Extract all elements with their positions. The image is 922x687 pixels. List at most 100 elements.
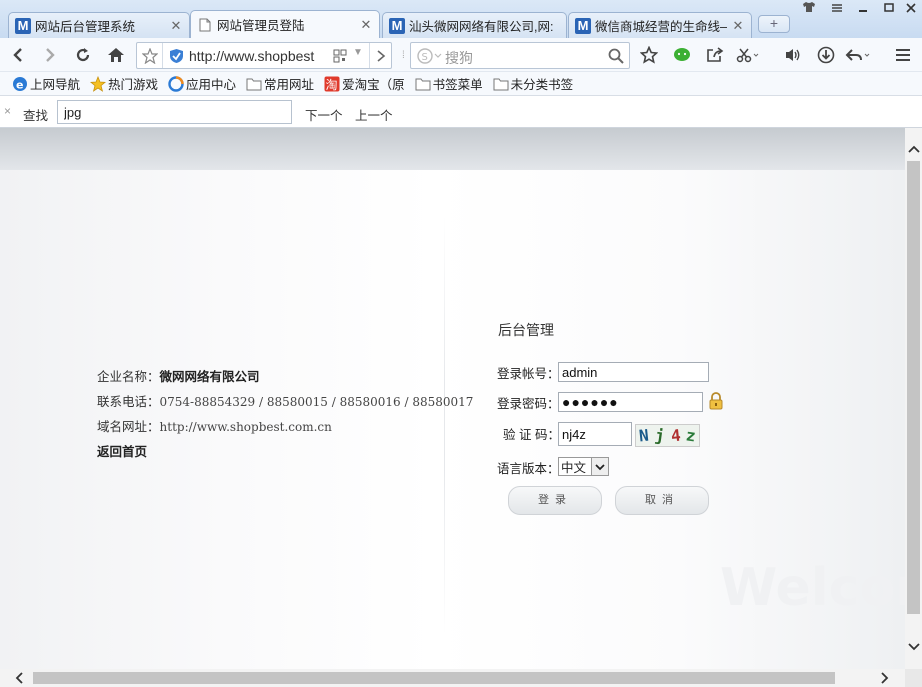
account-input[interactable] [558,362,709,382]
bookmark-star-icon[interactable] [137,43,163,68]
bookmark-label: 热门游戏 [108,78,159,92]
cancel-button[interactable]: 取消 [615,486,709,515]
site-m-icon: M [575,17,591,34]
find-input[interactable] [57,100,292,124]
bookmark-taobao[interactable]: 淘 爱淘宝（原 [324,74,405,93]
language-select[interactable]: 中文 [558,457,609,476]
captcha-char: z [685,425,698,446]
scroll-down-icon[interactable] [905,638,922,655]
tab-close-icon[interactable]: ✕ [169,18,183,34]
search-placeholder: 搜狗 [445,50,473,66]
back-button[interactable] [5,42,31,68]
find-prev-button[interactable]: 上一个 [355,105,393,124]
bookmark-label: 爱淘宝（原 [342,78,405,92]
skin-icon[interactable] [796,0,822,18]
account-label: 登录帐号： [497,367,560,381]
wechat-icon[interactable] [669,42,695,68]
vertical-scroll-thumb[interactable] [907,161,920,614]
forward-button[interactable] [37,42,63,68]
panel-divider [444,216,445,636]
home-button[interactable] [103,42,129,68]
main-menu-icon[interactable] [890,42,916,68]
site-m-icon: M [389,17,405,34]
tab-title: 网站管理员登陆 [217,19,305,33]
scroll-right-icon[interactable] [876,669,893,686]
folder-icon [493,76,509,92]
svg-text:e: e [16,78,23,91]
tab-title: 汕头微网网络有限公司,网: [409,20,554,34]
bookmark-label: 书签菜单 [432,78,483,92]
company-phone-row: 联系电话：0754-88854329 / 88580015 / 88580016… [97,391,473,410]
page-viewport: 企业名称：微网网络有限公司 联系电话：0754-88854329 / 88580… [0,128,905,669]
company-phone-label: 联系电话： [97,395,160,409]
captcha-image[interactable]: Nj4z [635,424,700,447]
tab-wechat-mall[interactable]: M 微信商城经营的生命线—— ✕ [568,12,752,38]
star-icon [90,75,107,92]
app-center-icon [168,75,184,92]
bookmark-folder-menu[interactable]: 书签菜单 [415,74,483,93]
captcha-char: N [638,425,650,446]
share-icon[interactable] [702,42,728,68]
horizontal-scroll-thumb[interactable] [33,672,835,684]
login-title: 后台管理 [498,322,554,338]
scrollbar-corner [905,669,922,687]
search-icon[interactable] [607,47,625,65]
company-domain-row: 域名网址：http://www.shopbest.com.cn [97,416,332,435]
chevron-down-icon[interactable] [591,458,608,475]
favorites-star-icon[interactable] [636,42,662,68]
tab-strip: M 网站后台管理系统 ✕ 网站管理员登陆 ✕ M 汕头微网网络有限公司,网: M… [0,0,922,38]
reload-button[interactable] [70,42,96,68]
svg-text:淘: 淘 [326,78,338,92]
lock-icon [708,392,724,410]
password-input[interactable]: ●●●●●● [558,392,703,412]
bookmark-nav[interactable]: e 上网导航 [12,74,80,93]
scroll-left-icon[interactable] [10,669,27,686]
find-label: 查找 [23,109,49,123]
undo-close-tab-icon[interactable] [845,42,871,68]
bookmark-games[interactable]: 热门游戏 [90,74,158,93]
bookmarks-bar: e 上网导航 热门游戏 应用中心 常用网址 淘 爱淘宝（原 书签菜单 未分类书签 [0,72,922,96]
tab-admin-login[interactable]: 网站管理员登陆 ✕ [190,10,380,38]
search-box[interactable]: S 搜狗 [410,42,630,69]
go-arrow-icon[interactable] [369,43,391,68]
scroll-up-icon[interactable] [905,140,922,157]
bookmark-folder-common[interactable]: 常用网址 [246,74,314,93]
tab-admin-system[interactable]: M 网站后台管理系统 ✕ [8,12,190,38]
chevron-down-icon[interactable]: ▼ [353,47,363,58]
menu-icon[interactable] [824,0,850,18]
language-label: 语言版本： [497,462,560,476]
close-window-icon[interactable] [898,0,922,18]
vertical-scrollbar[interactable] [905,128,922,669]
address-bar[interactable]: http://www.shopbest ▼ [136,42,392,69]
minimize-icon[interactable] [850,0,876,18]
bookmark-label: 常用网址 [264,78,315,92]
tab-close-icon[interactable]: ✕ [731,18,745,34]
page-icon [197,17,213,33]
download-icon[interactable] [813,42,839,68]
bookmark-app-center[interactable]: 应用中心 [168,74,236,93]
find-next-button[interactable]: 下一个 [305,105,343,124]
header-band [0,128,905,170]
login-button[interactable]: 登录 [508,486,602,515]
volume-icon[interactable] [780,42,806,68]
company-name: 微网网络有限公司 [159,369,260,384]
scissors-icon[interactable] [735,42,761,68]
qr-code-icon[interactable] [333,49,347,63]
tab-close-icon[interactable]: ✕ [359,17,373,33]
horizontal-scrollbar[interactable] [0,669,905,687]
password-label: 登录密码： [497,397,560,411]
welcome-watermark: Welcom [720,558,905,618]
company-name-row: 企业名称：微网网络有限公司 [97,366,260,385]
tab-title: 网站后台管理系统 [35,20,136,34]
bookmark-folder-unsorted[interactable]: 未分类书签 [493,74,574,93]
tab-company-site[interactable]: M 汕头微网网络有限公司,网: [382,12,567,38]
captcha-input[interactable] [558,422,632,446]
new-tab-button[interactable]: + [758,15,790,33]
find-close-icon[interactable]: × [4,104,11,118]
url-text[interactable]: http://www.shopbest [189,48,325,64]
back-home-link[interactable]: 返回首页 [97,441,147,460]
bookmark-label: 应用中心 [186,78,237,92]
bookmark-label: 未分类书签 [510,78,574,92]
sogou-icon[interactable]: S [417,48,442,64]
ie-icon: e [12,76,28,92]
